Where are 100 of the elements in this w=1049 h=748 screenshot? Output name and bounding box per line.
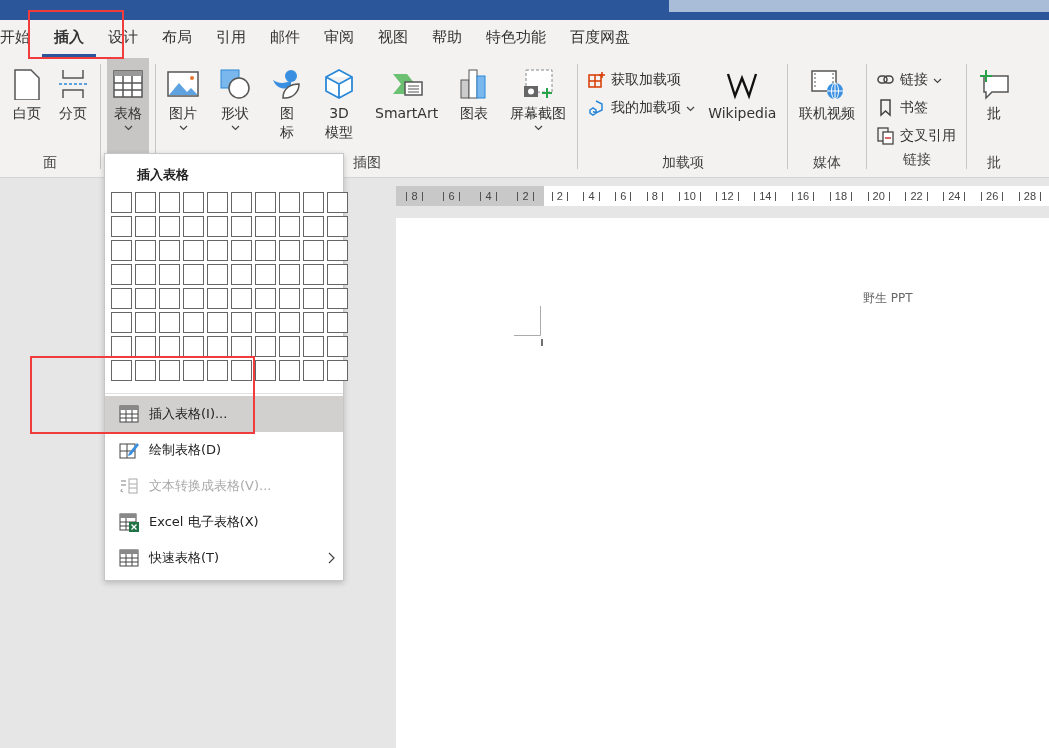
- table-grid-cell[interactable]: [159, 360, 180, 381]
- table-grid-cell[interactable]: [111, 360, 132, 381]
- ribbon-button[interactable]: Wikipedia: [703, 58, 782, 154]
- search-field[interactable]: [669, 0, 1049, 12]
- table-grid-cell[interactable]: [207, 192, 228, 213]
- table-grid-cell[interactable]: [327, 288, 348, 309]
- table-grid-cell[interactable]: [183, 192, 204, 213]
- table-grid-cell[interactable]: [135, 360, 156, 381]
- table-grid-cell[interactable]: [255, 360, 276, 381]
- table-grid-cell[interactable]: [303, 360, 324, 381]
- ribbon-button[interactable]: 图标: [266, 58, 308, 154]
- ribbon-tab[interactable]: 开始: [0, 21, 42, 57]
- ribbon-tab[interactable]: 邮件: [258, 21, 312, 57]
- ribbon-tab[interactable]: 帮助: [420, 21, 474, 57]
- table-grid-cell[interactable]: [231, 288, 252, 309]
- ribbon-button[interactable]: 白页: [6, 58, 48, 154]
- table-grid-cell[interactable]: [327, 192, 348, 213]
- table-grid-cell[interactable]: [183, 264, 204, 285]
- table-grid-cell[interactable]: [255, 264, 276, 285]
- table-grid-cell[interactable]: [327, 336, 348, 357]
- menu-item[interactable]: 快速表格(T): [105, 540, 343, 576]
- ribbon-button[interactable]: 图片: [162, 58, 204, 154]
- ribbon-tab[interactable]: 审阅: [312, 21, 366, 57]
- table-grid-cell[interactable]: [183, 312, 204, 333]
- ribbon-tab[interactable]: 插入: [42, 21, 96, 57]
- ribbon-tab[interactable]: 引用: [204, 21, 258, 57]
- table-grid-cell[interactable]: [303, 288, 324, 309]
- ribbon-button[interactable]: 图表: [453, 58, 496, 154]
- table-grid-cell[interactable]: [135, 240, 156, 261]
- ribbon-button[interactable]: 联机视频: [794, 58, 861, 154]
- table-grid-cell[interactable]: [279, 360, 300, 381]
- ribbon-tab[interactable]: 设计: [96, 21, 150, 57]
- table-grid-cell[interactable]: [207, 216, 228, 237]
- ribbon-tab[interactable]: 百度网盘: [558, 21, 642, 57]
- table-grid-cell[interactable]: [207, 312, 228, 333]
- table-grid-cell[interactable]: [231, 216, 252, 237]
- table-grid-cell[interactable]: [303, 192, 324, 213]
- table-grid-cell[interactable]: [111, 312, 132, 333]
- ribbon-button[interactable]: 我的加载项: [584, 96, 700, 120]
- table-grid-cell[interactable]: [279, 240, 300, 261]
- ribbon-button[interactable]: 交叉引用: [873, 124, 961, 148]
- table-grid-cell[interactable]: [159, 192, 180, 213]
- table-grid-cell[interactable]: [327, 264, 348, 285]
- table-grid-cell[interactable]: [255, 312, 276, 333]
- table-grid-cell[interactable]: [231, 336, 252, 357]
- table-grid-cell[interactable]: [111, 216, 132, 237]
- table-grid-cell[interactable]: [303, 240, 324, 261]
- table-grid-cell[interactable]: [135, 312, 156, 333]
- table-grid-cell[interactable]: [279, 288, 300, 309]
- table-grid-cell[interactable]: [111, 240, 132, 261]
- table-grid-cell[interactable]: [135, 192, 156, 213]
- table-grid-cell[interactable]: [231, 240, 252, 261]
- table-grid-cell[interactable]: [231, 360, 252, 381]
- table-grid-cell[interactable]: [327, 312, 348, 333]
- table-grid-cell[interactable]: [159, 216, 180, 237]
- table-grid-cell[interactable]: [279, 336, 300, 357]
- table-grid-cell[interactable]: [111, 264, 132, 285]
- table-grid-cell[interactable]: [111, 336, 132, 357]
- table-grid-cell[interactable]: [255, 216, 276, 237]
- table-grid-cell[interactable]: [183, 216, 204, 237]
- table-grid-cell[interactable]: [255, 288, 276, 309]
- table-grid-cell[interactable]: [279, 264, 300, 285]
- menu-item[interactable]: 绘制表格(D): [105, 432, 343, 468]
- ribbon-button[interactable]: 3D模型: [318, 58, 360, 154]
- ribbon-button[interactable]: SmartArt: [370, 58, 444, 154]
- ribbon-button[interactable]: 屏幕截图: [505, 58, 572, 154]
- menu-item[interactable]: Excel 电子表格(X): [105, 504, 343, 540]
- table-grid-cell[interactable]: [303, 264, 324, 285]
- ribbon-button[interactable]: 表格: [107, 58, 149, 154]
- table-grid-cell[interactable]: [135, 336, 156, 357]
- table-grid-cell[interactable]: [207, 240, 228, 261]
- table-grid-cell[interactable]: [255, 192, 276, 213]
- table-grid-cell[interactable]: [303, 336, 324, 357]
- table-grid-cell[interactable]: [111, 288, 132, 309]
- ribbon-tab[interactable]: 视图: [366, 21, 420, 57]
- table-grid-cell[interactable]: [255, 240, 276, 261]
- table-grid-cell[interactable]: [279, 192, 300, 213]
- table-grid-cell[interactable]: [207, 264, 228, 285]
- table-grid-cell[interactable]: [111, 192, 132, 213]
- ribbon-tab[interactable]: 特色功能: [474, 21, 558, 57]
- table-grid-cell[interactable]: [159, 312, 180, 333]
- table-grid-cell[interactable]: [303, 312, 324, 333]
- table-grid-cell[interactable]: [279, 216, 300, 237]
- ribbon-button[interactable]: 链接: [873, 68, 961, 92]
- table-grid-cell[interactable]: [135, 264, 156, 285]
- table-grid-cell[interactable]: [159, 240, 180, 261]
- table-grid-cell[interactable]: [303, 216, 324, 237]
- table-grid-cell[interactable]: [279, 312, 300, 333]
- table-grid-cell[interactable]: [159, 264, 180, 285]
- table-grid-cell[interactable]: [183, 336, 204, 357]
- ribbon-button[interactable]: 批: [973, 58, 1016, 154]
- table-grid-cell[interactable]: [183, 240, 204, 261]
- ribbon-button[interactable]: 书签: [873, 96, 961, 120]
- table-grid-cell[interactable]: [327, 240, 348, 261]
- ribbon-tab[interactable]: 布局: [150, 21, 204, 57]
- table-grid-cell[interactable]: [207, 288, 228, 309]
- table-grid-cell[interactable]: [255, 336, 276, 357]
- table-grid-cell[interactable]: [327, 360, 348, 381]
- table-grid-cell[interactable]: [135, 288, 156, 309]
- ribbon-button[interactable]: 获取加载项: [584, 68, 700, 92]
